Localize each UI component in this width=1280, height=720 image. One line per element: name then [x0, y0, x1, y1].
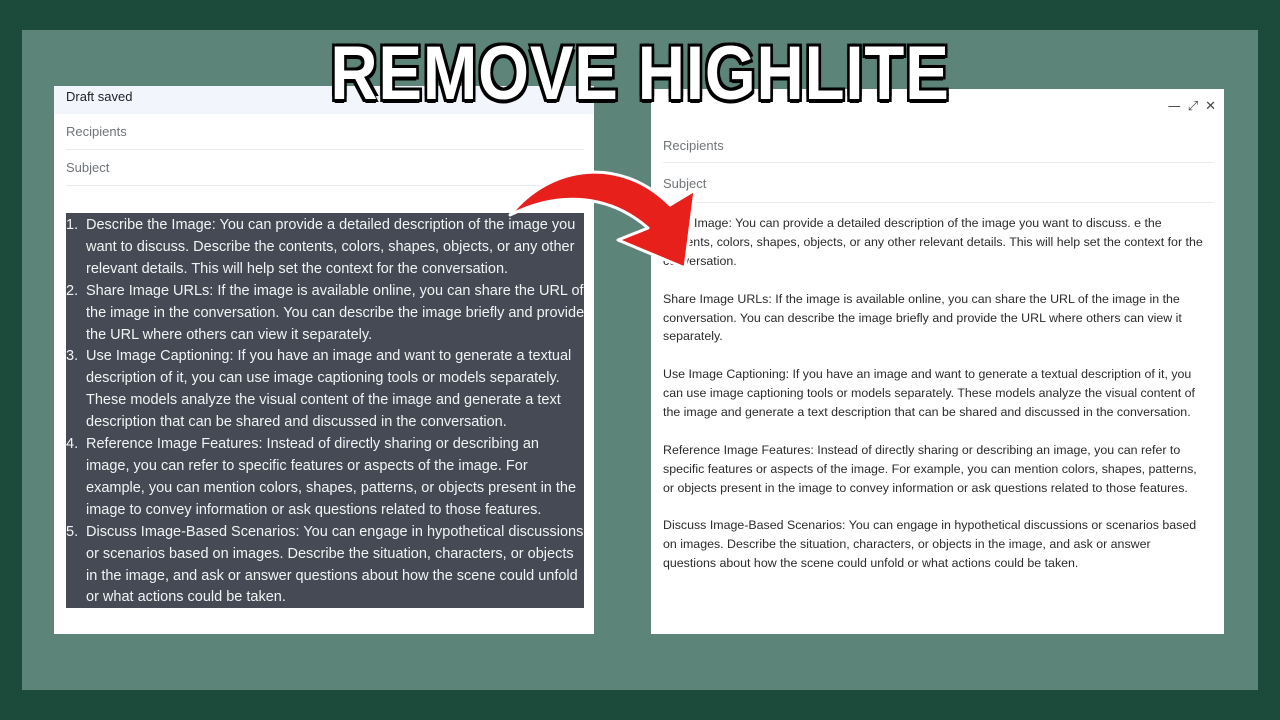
list-item: 2. Share Image URLs: If the image is avai…: [66, 282, 585, 343]
recipients-field[interactable]: Recipients: [663, 125, 1213, 163]
list-item: 4. Reference Image Features: Instead of d…: [66, 436, 577, 518]
body-paragraph: Discuss Image-Based Scenarios: You can e…: [663, 518, 1197, 571]
close-icon[interactable]: ✕: [1205, 99, 1216, 115]
recipients-field[interactable]: Recipients: [66, 114, 584, 150]
body-paragraph: Reference Image Features: Instead of dir…: [663, 442, 1197, 495]
subject-field[interactable]: Subject: [663, 163, 1213, 203]
red-arrow-icon: [508, 170, 697, 270]
body-paragraph: e the Image: You can provide a detailed …: [663, 216, 1203, 268]
body-paragraph: Share Image URLs: If the image is availa…: [663, 291, 1182, 344]
body-paragraph: Use Image Captioning: If you have an ima…: [663, 367, 1195, 420]
list-item: 3. Use Image Captioning: If you have an i…: [66, 348, 572, 431]
message-body[interactable]: e the Image: You can provide a detailed …: [663, 214, 1205, 592]
compose-window-plain: — ⤢ ✕ Recipients Subject e the Image: Yo…: [651, 89, 1224, 634]
list-item: 5. Discuss Image-Based Scenarios: You can…: [66, 523, 584, 606]
thumbnail-title: REMOVE HIGHLITE: [330, 31, 950, 116]
